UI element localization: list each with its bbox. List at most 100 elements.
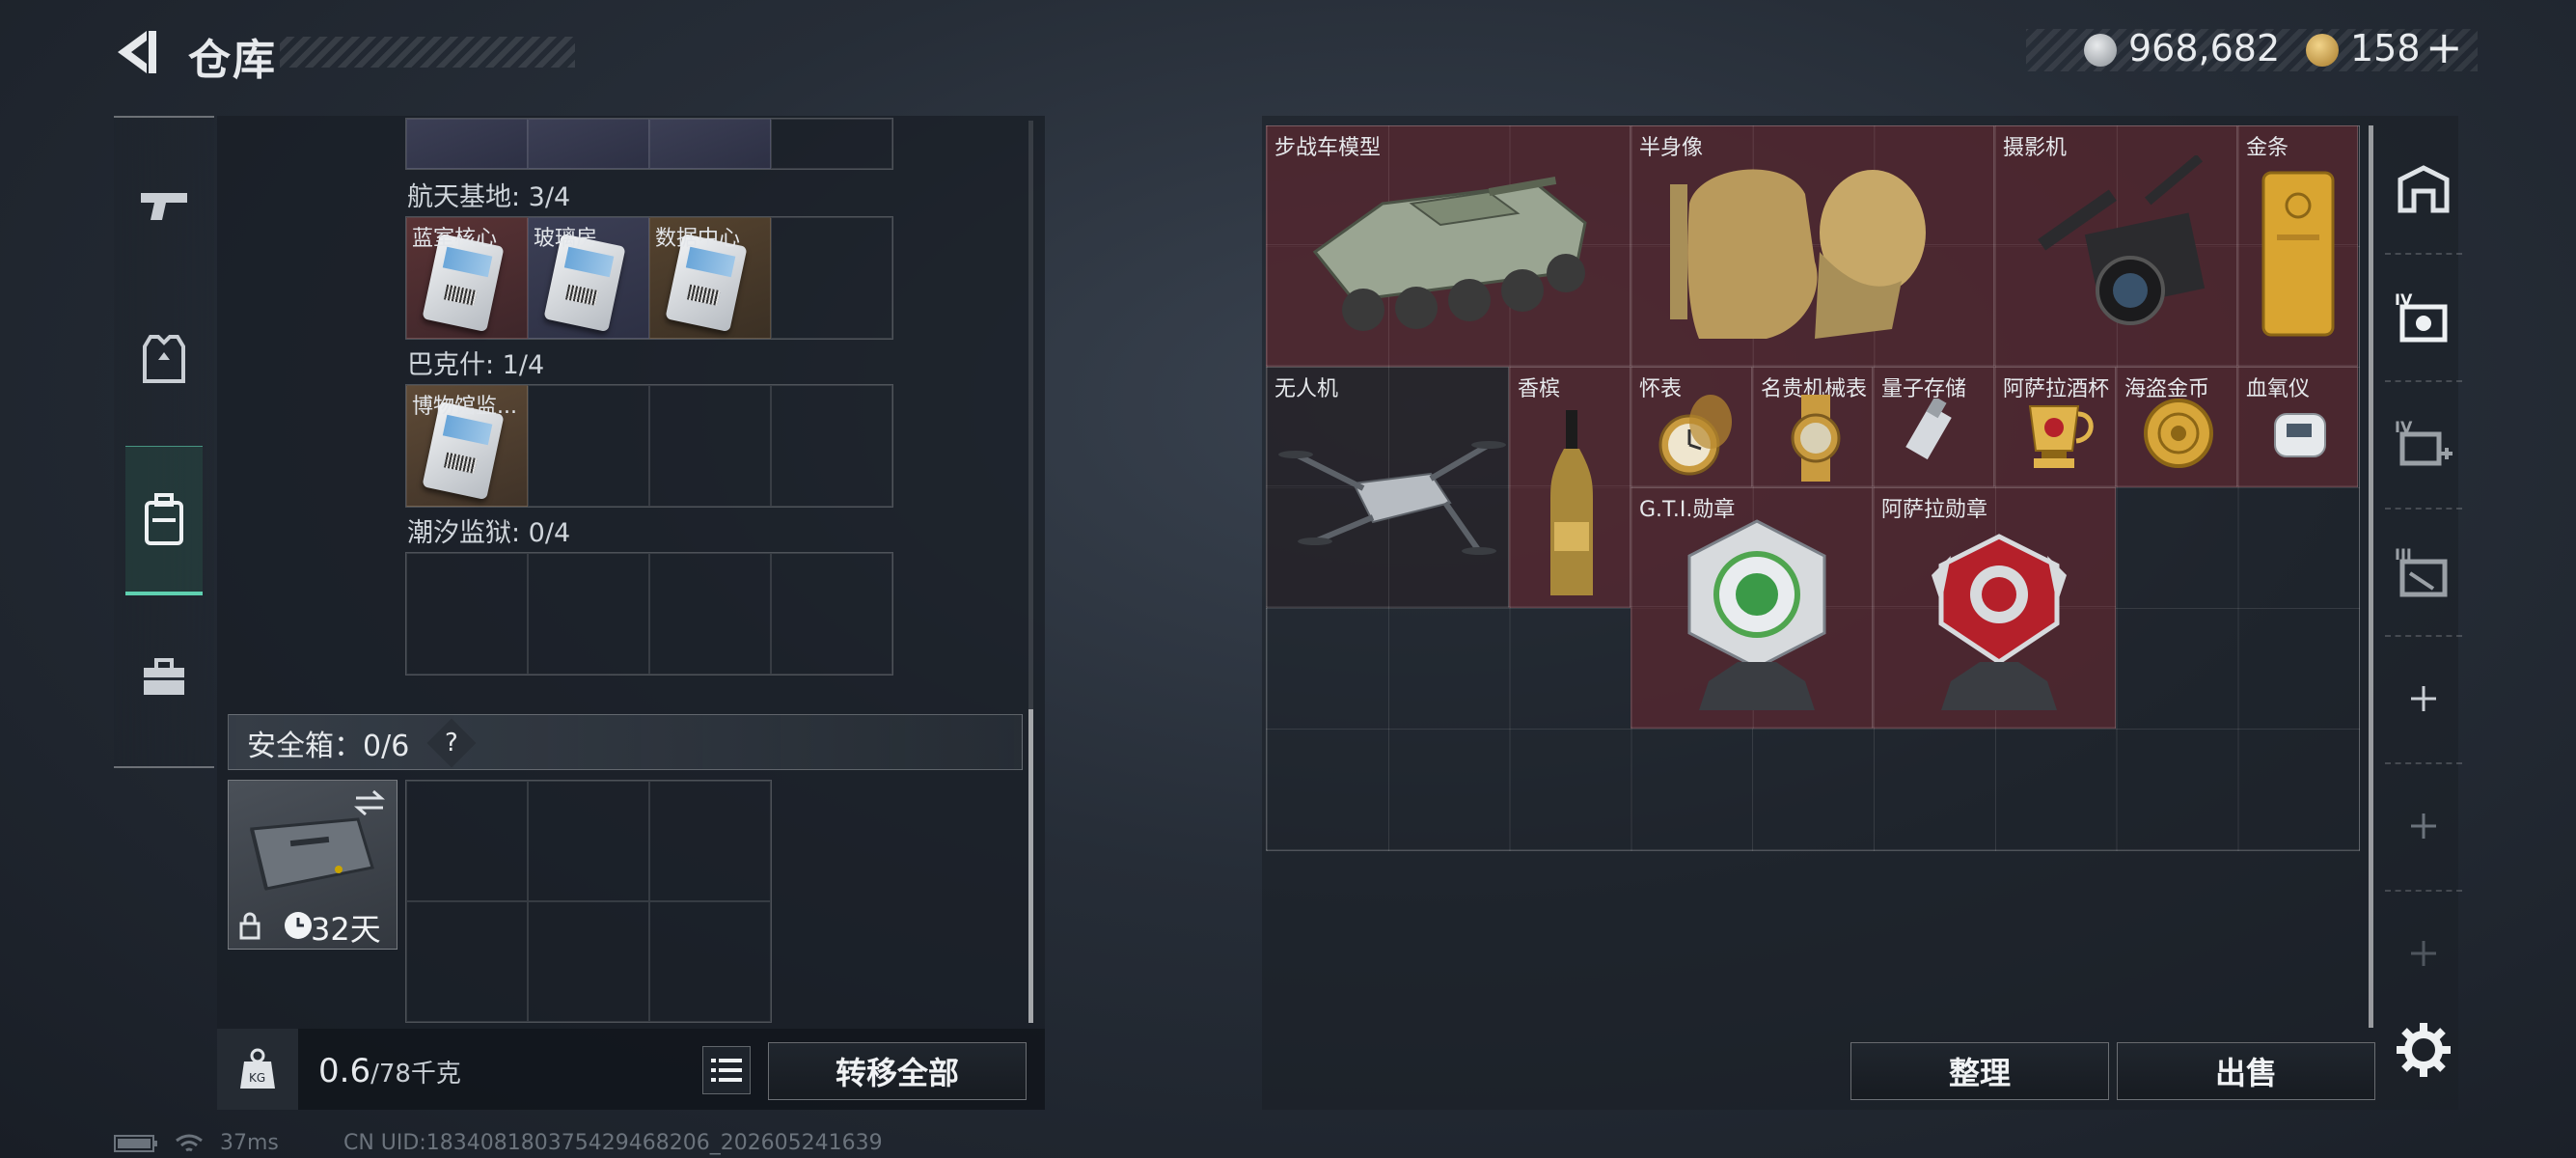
back-button[interactable] (114, 27, 164, 77)
grid-cell[interactable] (406, 901, 528, 1022)
level4-bag-icon: IV (2395, 290, 2448, 343)
gold-coin-icon (2306, 34, 2339, 67)
list-view-button[interactable] (702, 1046, 751, 1094)
storage-scroll-thumb[interactable] (1028, 709, 1033, 1023)
grid-cell[interactable] (528, 781, 649, 901)
usb-drive-icon (1905, 399, 1952, 460)
item-name: 蓝室核心 (412, 227, 498, 251)
item-pirate-coin[interactable]: 海盗金币 (2116, 367, 2237, 487)
item-asala-cup[interactable]: 阿萨拉酒杯 (1994, 367, 2116, 487)
weapon-category-tab[interactable] (125, 166, 203, 243)
item-cell[interactable]: 博物馆监... (406, 385, 528, 507)
grid-cell[interactable] (771, 217, 892, 339)
grid-cell[interactable] (528, 385, 649, 507)
grid-cell[interactable] (649, 901, 771, 1022)
title-decoration (280, 37, 575, 68)
transfer-all-button[interactable]: 转移全部 (768, 1042, 1027, 1100)
aerospace-base-grid: 蓝室核心 玻璃房 数据中心 (405, 216, 893, 340)
item-cell[interactable]: 蓝室核心 (406, 217, 528, 339)
grid-cell[interactable] (406, 553, 528, 675)
item-camera[interactable]: 摄影机 (1994, 125, 2237, 367)
item-cell[interactable]: 玻璃房 (528, 217, 649, 339)
tools-category-tab[interactable] (125, 639, 203, 716)
tidal-prison-grid (405, 552, 893, 676)
item-oximeter[interactable]: 血氧仪 (2237, 367, 2358, 487)
device-status: 37ms (114, 1131, 279, 1155)
grid-cell[interactable] (528, 901, 649, 1022)
backpack-category-tab[interactable] (125, 446, 203, 595)
gold-bar-icon (2261, 171, 2335, 337)
armored-vehicle-icon (1312, 176, 1587, 331)
item-pocket-watch[interactable]: 怀表 (1631, 367, 1752, 487)
case-days-remaining: 32天 (311, 911, 381, 948)
item-name: 玻璃房 (534, 227, 598, 251)
grid-cell[interactable] (771, 385, 892, 507)
item-gti-medal[interactable]: G.T.I.勋章 (1631, 487, 1873, 729)
plus-icon (2411, 941, 2436, 966)
safe-box-label: 安全箱：0/6 (247, 730, 410, 763)
grid-cell[interactable] (771, 553, 892, 675)
grid-cell[interactable] (528, 553, 649, 675)
grid-cell[interactable] (771, 119, 892, 169)
category-sidebar (114, 116, 214, 768)
goblet-icon (2028, 405, 2094, 468)
grid-cell[interactable] (528, 119, 649, 169)
storage-grid-partial (405, 118, 893, 170)
container-tab-level4-add[interactable]: IV (2385, 380, 2462, 510)
item-gold-bar[interactable]: 金条 (2237, 125, 2358, 367)
champagne-bottle-icon (1550, 410, 1593, 595)
section-label: 巴克什: 1/4 (407, 350, 545, 380)
item-asala-medal[interactable]: 阿萨拉勋章 (1873, 487, 2116, 729)
grid-cell[interactable] (406, 781, 528, 901)
item-name: 金条 (2246, 136, 2289, 160)
container-tabs: IV IV III (2385, 125, 2462, 1023)
backpack-icon (145, 493, 183, 545)
item-champagne[interactable]: 香槟 (1509, 367, 1631, 608)
weight-icon-box: KG (217, 1029, 298, 1110)
clock-icon (285, 912, 312, 939)
item-quantum-storage[interactable]: 量子存储 (1873, 367, 1994, 487)
sell-button[interactable]: 出售 (2117, 1042, 2375, 1100)
container-tab-home[interactable] (2385, 125, 2462, 255)
home-icon (2398, 165, 2450, 213)
grid-cell[interactable] (406, 119, 528, 169)
grid-cell[interactable] (649, 781, 771, 901)
container-tab-add[interactable] (2385, 635, 2462, 764)
sort-button[interactable]: 整理 (1850, 1042, 2109, 1100)
silver-currency-amount: 968,682 (2128, 27, 2281, 69)
item-luxury-watch[interactable]: 名贵机械表 (1752, 367, 1873, 487)
item-name: 无人机 (1274, 377, 1339, 401)
battery-icon (114, 1135, 157, 1152)
settings-button[interactable] (2395, 1021, 2453, 1079)
bust-statue-icon (1670, 169, 1926, 339)
video-camera-icon (2038, 155, 2206, 325)
max-weight: /78千克 (370, 1060, 461, 1089)
level3-bag-icon: III (2395, 545, 2448, 597)
item-bust[interactable]: 半身像 (1631, 125, 1994, 367)
level4-add-icon: IV (2395, 418, 2453, 466)
item-name: 数据中心 (655, 227, 741, 251)
gold-currency-amount: 158 (2350, 27, 2421, 69)
backpack-scrollbar[interactable] (2369, 125, 2373, 1028)
silver-coin-icon (2084, 34, 2117, 67)
weight-icon: KG (240, 1048, 275, 1089)
container-tab-add[interactable] (2385, 890, 2462, 1017)
svg-text:KG: KG (249, 1071, 265, 1085)
container-tab-level4-bag[interactable]: IV (2385, 253, 2462, 382)
item-drone[interactable]: 无人机 (1266, 367, 1509, 608)
item-cell[interactable]: 数据中心 (649, 217, 771, 339)
wifi-icon (176, 1134, 203, 1152)
add-currency-button[interactable]: + (2425, 21, 2463, 73)
bakhsh-grid: 博物馆监... (405, 384, 893, 508)
lock-icon (239, 912, 260, 940)
grid-cell[interactable] (649, 385, 771, 507)
drone-icon (1278, 441, 1506, 555)
pocket-watch-icon (1658, 395, 1732, 476)
item-ifv-model[interactable]: 步战车模型 (1266, 125, 1631, 367)
armor-category-tab[interactable] (125, 320, 203, 398)
grid-cell[interactable] (649, 119, 771, 169)
list-icon (711, 1059, 742, 1082)
container-tab-level3-bag[interactable]: III (2385, 508, 2462, 637)
container-tab-add[interactable] (2385, 762, 2462, 892)
grid-cell[interactable] (649, 553, 771, 675)
